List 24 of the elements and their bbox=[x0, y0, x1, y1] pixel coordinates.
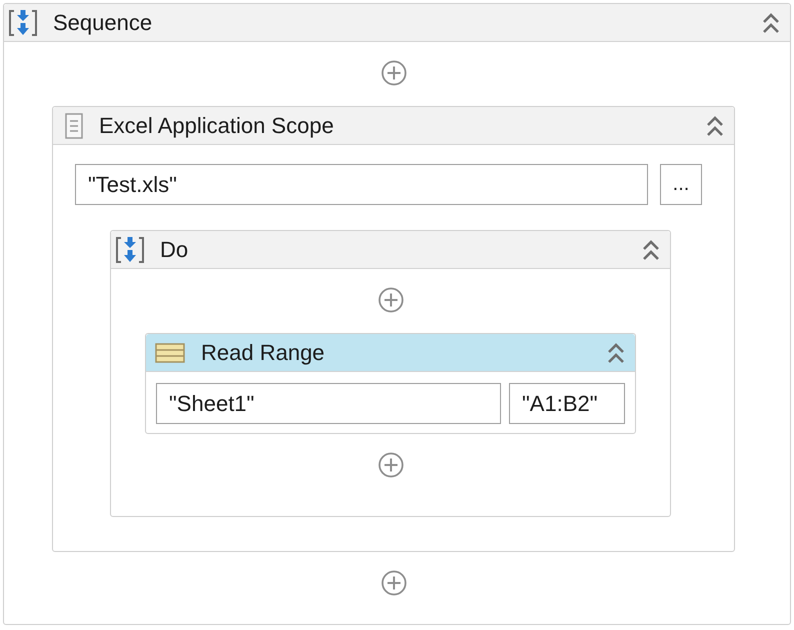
plus-icon[interactable] bbox=[380, 60, 406, 86]
range-field[interactable]: "A1:B2" bbox=[509, 383, 625, 424]
double-chevron-up-icon[interactable] bbox=[606, 342, 626, 364]
bracket-arrows-icon bbox=[115, 236, 145, 264]
plus-icon[interactable] bbox=[378, 287, 404, 313]
bracket-arrows-icon bbox=[8, 8, 38, 36]
activity-title: Do bbox=[160, 236, 190, 262]
browse-button[interactable]: ... bbox=[660, 164, 702, 205]
activity-header[interactable]: Do bbox=[111, 231, 670, 269]
file-path-field[interactable]: "Test.xls" bbox=[75, 164, 648, 205]
double-chevron-up-icon[interactable] bbox=[641, 238, 661, 260]
document-icon bbox=[65, 112, 83, 138]
activity-title: Read Range bbox=[201, 340, 326, 366]
activity-title: Excel Application Scope bbox=[99, 112, 335, 138]
activity-title: Sequence bbox=[53, 10, 154, 36]
sheet-name-field[interactable]: "Sheet1" bbox=[156, 383, 501, 424]
plus-icon[interactable] bbox=[380, 570, 406, 596]
plus-icon[interactable] bbox=[378, 452, 404, 478]
double-chevron-up-icon[interactable] bbox=[761, 12, 781, 34]
double-chevron-up-icon[interactable] bbox=[705, 114, 725, 136]
activity-header[interactable]: Sequence bbox=[4, 4, 790, 42]
activity-header[interactable]: Excel Application Scope bbox=[53, 107, 734, 145]
activity-header[interactable]: Read Range bbox=[146, 334, 635, 372]
table-icon bbox=[155, 342, 185, 362]
